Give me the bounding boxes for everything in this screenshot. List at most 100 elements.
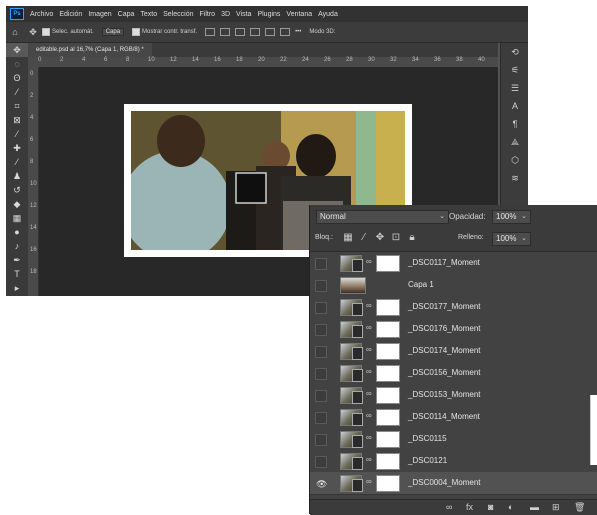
layer-mask-thumbnail[interactable] <box>376 321 400 338</box>
menu-texto[interactable]: Texto <box>140 11 157 18</box>
frame-tool-icon[interactable]: ⊠ <box>6 113 28 127</box>
layer-row[interactable]: ∞ _DSC0153_Moment <box>310 384 597 407</box>
layer-row[interactable]: ∞ _DSC0177_Moment <box>310 296 597 319</box>
menu-seleccion[interactable]: Selección <box>163 11 193 18</box>
link-icon[interactable]: ∞ <box>366 323 372 332</box>
path-selection-tool-icon[interactable]: ▸ <box>6 281 28 295</box>
menu-capa[interactable]: Capa <box>118 11 135 18</box>
lock-artboard-icon[interactable]: ⊡ <box>390 232 402 244</box>
layer-row[interactable]: ∞ _DSC0115 <box>310 428 597 451</box>
auto-select-checkbox[interactable] <box>42 28 50 36</box>
align-right-icon[interactable] <box>235 28 246 36</box>
add-mask-icon[interactable]: ◙ <box>488 502 493 512</box>
history-icon[interactable]: ⟲ <box>501 43 528 61</box>
trash-icon[interactable]: 🗑︎ <box>574 502 585 513</box>
magic-wand-tool-icon[interactable]: ⁄ <box>6 85 28 99</box>
layer-mask-thumbnail[interactable] <box>376 475 400 492</box>
link-icon[interactable]: ∞ <box>366 455 372 464</box>
visibility-toggle[interactable] <box>315 456 327 468</box>
menu-ayuda[interactable]: Ayuda <box>318 11 338 18</box>
auto-select-dropdown[interactable]: Capa <box>101 28 125 36</box>
layer-row[interactable]: ∞ _DSC0117_Moment <box>310 252 597 275</box>
visibility-toggle[interactable] <box>315 302 327 314</box>
layer-mask-thumbnail[interactable] <box>376 453 400 470</box>
menu-imagen[interactable]: Imagen <box>88 11 111 18</box>
healing-brush-tool-icon[interactable]: ✚ <box>6 141 28 155</box>
eraser-tool-icon[interactable]: ◆ <box>6 197 28 211</box>
align-left-icon[interactable] <box>205 28 216 36</box>
align-center-icon[interactable] <box>220 28 231 36</box>
lock-all-icon[interactable]: 🔒︎ <box>406 232 418 244</box>
layer-row[interactable]: ∞ _DSC0114_Moment <box>310 406 597 429</box>
menu-3d[interactable]: 3D <box>221 11 230 18</box>
layer-row[interactable]: Capa 1 <box>310 274 597 297</box>
eyedropper-tool-icon[interactable]: ⁄ <box>6 127 28 141</box>
marquee-tool-icon[interactable]: ◌ <box>6 57 28 71</box>
paragraph-icon[interactable]: ¶ <box>501 115 528 133</box>
menu-edicion[interactable]: Edición <box>59 11 82 18</box>
layer-row[interactable]: ∞ _DSC0156_Moment <box>310 362 597 385</box>
link-icon[interactable]: ∞ <box>366 345 372 354</box>
lasso-tool-icon[interactable]: ʘ <box>6 71 28 85</box>
lock-position-icon[interactable]: ✥ <box>374 232 386 244</box>
lock-transparency-icon[interactable]: ▦ <box>342 232 354 244</box>
layer-mask-thumbnail[interactable] <box>376 387 400 404</box>
lock-pixels-icon[interactable]: ⁄ <box>358 232 370 244</box>
transform-controls-checkbox[interactable] <box>132 28 141 36</box>
brush-tool-icon[interactable]: ⁄ <box>6 155 28 169</box>
new-group-icon[interactable]: ▬ <box>530 502 539 512</box>
link-icon[interactable]: ∞ <box>366 257 372 266</box>
adjustment-layer-icon[interactable]: ◐ <box>508 502 513 512</box>
clone-stamp-tool-icon[interactable]: ♟ <box>6 169 28 183</box>
layer-mask-thumbnail[interactable] <box>376 299 400 316</box>
layer-mask-thumbnail[interactable] <box>376 255 400 272</box>
layer-row[interactable]: ∞ _DSC0121 <box>310 450 597 473</box>
menu-plugins[interactable]: Plugins <box>257 11 280 18</box>
layer-row-selected[interactable]: 👁︎ ∞ _DSC0004_Moment <box>310 472 597 495</box>
layer-mask-thumbnail[interactable] <box>376 343 400 360</box>
channels-icon[interactable]: ≋ <box>501 169 528 187</box>
visibility-toggle[interactable] <box>315 324 327 336</box>
more-options-icon[interactable]: ••• <box>295 29 301 35</box>
layer-mask-thumbnail[interactable] <box>376 365 400 382</box>
visibility-toggle[interactable] <box>315 368 327 380</box>
blend-mode-dropdown[interactable]: Normal ⌄ <box>316 210 449 224</box>
visibility-toggle[interactable] <box>315 412 327 424</box>
visibility-toggle[interactable] <box>315 346 327 358</box>
menu-ventana[interactable]: Ventana <box>286 11 312 18</box>
opacity-field[interactable]: 100% ⌄ <box>492 210 531 224</box>
character-icon[interactable]: A <box>501 97 528 115</box>
new-layer-icon[interactable]: ⊞ <box>552 502 560 513</box>
menu-filtro[interactable]: Filtro <box>200 11 216 18</box>
link-icon[interactable]: ∞ <box>366 477 372 486</box>
visibility-toggle[interactable] <box>315 258 327 270</box>
link-layers-icon[interactable]: ∞ <box>446 502 452 512</box>
layer-mask-thumbnail[interactable] <box>376 431 400 448</box>
3d-icon[interactable]: ⬡ <box>501 151 528 169</box>
home-icon[interactable]: ⌂ <box>10 27 20 37</box>
eye-icon[interactable]: 👁︎ <box>315 478 327 490</box>
layer-row[interactable]: ∞ _DSC0174_Moment <box>310 340 597 363</box>
properties-icon[interactable]: ☰ <box>501 79 528 97</box>
dodge-tool-icon[interactable]: ♪ <box>6 239 28 253</box>
link-icon[interactable]: ∞ <box>366 389 372 398</box>
gradient-tool-icon[interactable]: ▦ <box>6 211 28 225</box>
brushes-icon[interactable]: ⟁ <box>501 133 528 151</box>
type-tool-icon[interactable]: T <box>6 267 28 281</box>
pen-tool-icon[interactable]: ✒ <box>6 253 28 267</box>
fx-icon[interactable]: fx <box>466 502 473 512</box>
link-icon[interactable]: ∞ <box>366 301 372 310</box>
layer-row[interactable]: ∞ _DSC0176_Moment <box>310 318 597 341</box>
history-brush-tool-icon[interactable]: ↺ <box>6 183 28 197</box>
move-tool-icon[interactable]: ✥ <box>6 43 28 57</box>
menu-vista[interactable]: Vista <box>236 11 251 18</box>
align-top-icon[interactable] <box>250 28 261 36</box>
scrollbar[interactable] <box>590 395 597 465</box>
align-middle-icon[interactable] <box>265 28 276 36</box>
move-tool-icon[interactable]: ✥ <box>28 27 38 37</box>
crop-tool-icon[interactable]: ⌗ <box>6 99 28 113</box>
link-icon[interactable]: ∞ <box>366 433 372 442</box>
menu-archivo[interactable]: Archivo <box>30 11 53 18</box>
visibility-toggle[interactable] <box>315 390 327 402</box>
blur-tool-icon[interactable]: ● <box>6 225 28 239</box>
